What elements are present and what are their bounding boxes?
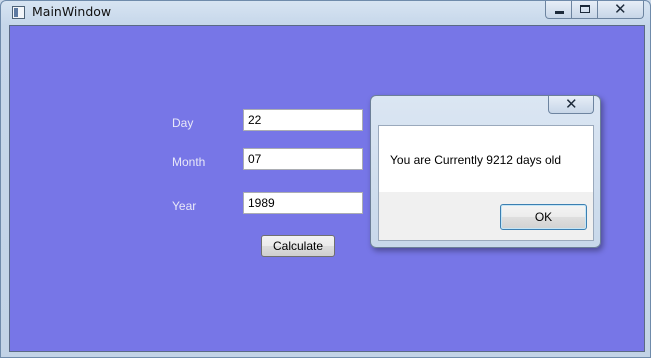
year-label: Year <box>172 199 197 213</box>
window-icon[interactable] <box>12 6 25 19</box>
ok-button[interactable]: OK <box>500 204 587 230</box>
day-label: Day <box>172 116 194 130</box>
minimize-icon <box>555 11 564 14</box>
message-box-body: You are Currently 9212 days old OK <box>378 125 594 241</box>
dialog-close-button[interactable]: ✕ <box>548 95 594 114</box>
calculate-button[interactable]: Calculate <box>261 235 335 257</box>
minimize-button[interactable] <box>545 1 572 19</box>
close-icon: ✕ <box>565 95 578 113</box>
message-area: You are Currently 9212 days old <box>379 126 593 192</box>
month-input[interactable]: 07 <box>243 148 363 170</box>
day-input[interactable]: 22 <box>243 109 363 131</box>
title-bar[interactable]: MainWindow ✕ <box>1 0 650 25</box>
message-box: ✕ You are Currently 9212 days old OK <box>370 95 601 248</box>
message-text: You are Currently 9212 days old <box>390 153 561 167</box>
maximize-button[interactable] <box>572 1 598 19</box>
close-icon: ✕ <box>614 0 627 18</box>
maximize-icon <box>580 5 590 13</box>
window-title: MainWindow <box>32 4 112 19</box>
year-input[interactable]: 1989 <box>243 192 363 214</box>
close-button[interactable]: ✕ <box>598 0 644 19</box>
month-label: Month <box>172 155 206 169</box>
caption-buttons: ✕ <box>545 0 644 19</box>
